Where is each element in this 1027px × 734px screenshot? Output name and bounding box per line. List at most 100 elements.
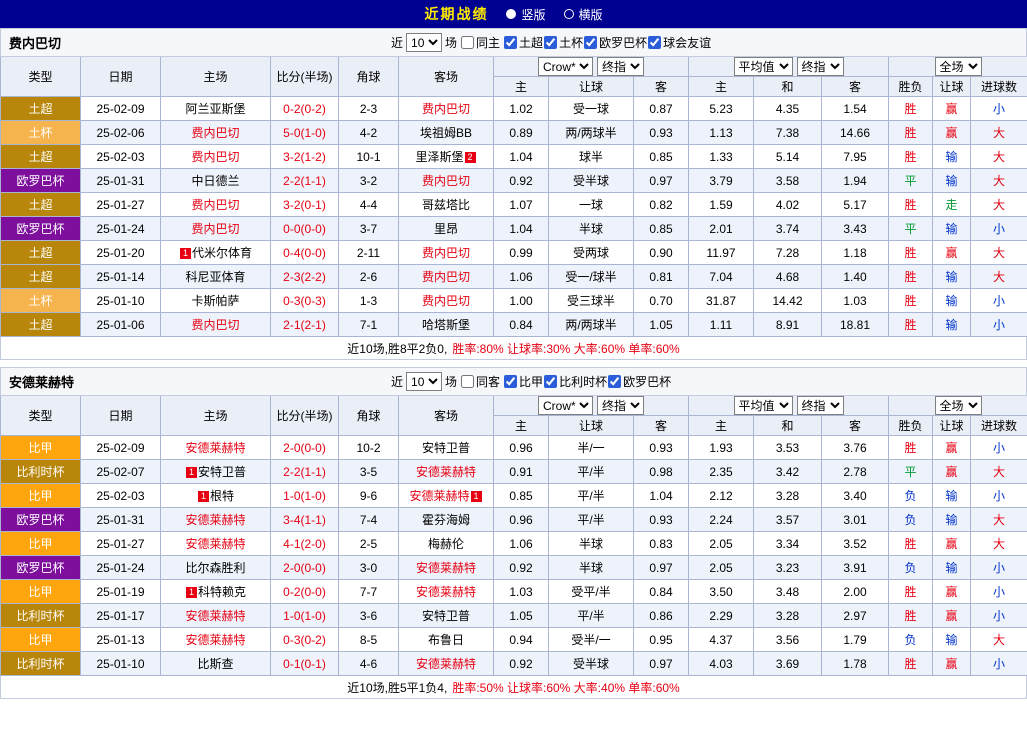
- odds-company-select[interactable]: Crow*: [538, 396, 593, 415]
- team-link[interactable]: 埃祖姆BB: [420, 126, 472, 140]
- team-link[interactable]: 费内巴切: [422, 102, 470, 116]
- team-link[interactable]: 卡斯帕萨: [191, 294, 239, 308]
- radio-icon[interactable]: [506, 9, 516, 19]
- team-link[interactable]: 哈塔斯堡: [422, 318, 470, 332]
- team-link[interactable]: 安德莱赫特: [416, 465, 476, 479]
- team-link[interactable]: 费内巴切: [422, 174, 470, 188]
- record-summary: 近10场,胜8平2负0,: [347, 340, 447, 357]
- avg-stage-select[interactable]: 终指: [797, 57, 844, 76]
- handicap-result-cell: 赢: [933, 652, 971, 676]
- league-filter[interactable]: 比利时杯: [543, 373, 607, 390]
- avg-select[interactable]: 平均值: [734, 396, 793, 415]
- team-link[interactable]: 比尔森胜利: [185, 561, 245, 575]
- league-filter[interactable]: 比甲: [503, 373, 543, 390]
- team-link[interactable]: 安德莱赫特: [416, 585, 476, 599]
- match-count-select[interactable]: 10: [406, 372, 442, 391]
- team-link[interactable]: 安特卫普: [198, 465, 246, 479]
- league-checkbox[interactable]: [648, 36, 661, 49]
- team-link[interactable]: 费内巴切: [422, 270, 470, 284]
- team-link[interactable]: 布鲁日: [428, 633, 464, 647]
- scope-group-header: 全场: [889, 396, 1027, 416]
- team-link[interactable]: 中日德兰: [191, 174, 239, 188]
- match-date: 25-01-10: [81, 289, 161, 313]
- avg-away-odds: 14.66: [822, 121, 889, 145]
- league-filter[interactable]: 土杯: [543, 34, 583, 51]
- radio-icon[interactable]: [564, 9, 574, 19]
- corner-cell: 3-7: [339, 217, 399, 241]
- score-cell: 2-1(2-1): [271, 313, 339, 337]
- league-filter[interactable]: 土超: [503, 34, 543, 51]
- team-link[interactable]: 哥兹塔比: [422, 198, 470, 212]
- league-filter[interactable]: 欧罗巴杯: [583, 34, 647, 51]
- team-link[interactable]: 安德莱赫特: [416, 561, 476, 575]
- layout-radio-horizontal[interactable]: 横版: [564, 6, 603, 23]
- team-link[interactable]: 费内巴切: [191, 126, 239, 140]
- same-venue-checkbox[interactable]: [461, 375, 474, 388]
- team-link[interactable]: 安德莱赫特: [409, 489, 469, 503]
- odds-stage-select[interactable]: 终指: [597, 57, 644, 76]
- goals-result-cell: 大: [971, 145, 1027, 169]
- goals-result-cell: 小: [971, 436, 1027, 460]
- league-checkbox[interactable]: [544, 36, 557, 49]
- odds-stage-select[interactable]: 终指: [597, 396, 644, 415]
- same-venue-filter[interactable]: 同主: [460, 34, 500, 51]
- team-link[interactable]: 安德莱赫特: [416, 657, 476, 671]
- team-link[interactable]: 费内巴切: [422, 246, 470, 260]
- team-link[interactable]: 费内巴切: [191, 318, 239, 332]
- league-type-cell: 欧罗巴杯: [1, 169, 81, 193]
- match-row: 比甲 25-02-03 1根特 1-0(1-0) 9-6 安德莱赫特1 0.85…: [1, 484, 1027, 508]
- team-link[interactable]: 费内巴切: [191, 150, 239, 164]
- team-link[interactable]: 安德莱赫特: [185, 513, 245, 527]
- league-checkbox[interactable]: [544, 375, 557, 388]
- team-link[interactable]: 根特: [210, 489, 234, 503]
- matches-tbody: 比甲 25-02-09 安德莱赫特 2-0(0-0) 10-2 安特卫普 0.9…: [1, 436, 1027, 676]
- scope-select[interactable]: 全场: [935, 396, 982, 415]
- match-date: 25-01-27: [81, 193, 161, 217]
- scope-select[interactable]: 全场: [935, 57, 982, 76]
- team-link[interactable]: 里泽斯堡: [415, 150, 463, 164]
- team-link[interactable]: 费内巴切: [191, 222, 239, 236]
- avg-select[interactable]: 平均值: [734, 57, 793, 76]
- handicap-line: 受平/半: [549, 580, 634, 604]
- team-link[interactable]: 比斯查: [197, 657, 233, 671]
- team-link[interactable]: 里昂: [434, 222, 458, 236]
- team-link[interactable]: 阿兰亚斯堡: [185, 102, 245, 116]
- score-cell: 3-2(1-2): [271, 145, 339, 169]
- team-link[interactable]: 费内巴切: [191, 198, 239, 212]
- odds-company-select[interactable]: Crow*: [538, 57, 593, 76]
- score-cell: 0-3(0-2): [271, 628, 339, 652]
- team-link[interactable]: 科尼亚体育: [185, 270, 245, 284]
- team-link[interactable]: 霍芬海姆: [422, 513, 470, 527]
- same-venue-checkbox[interactable]: [461, 36, 474, 49]
- team-link[interactable]: 安特卫普: [422, 609, 470, 623]
- league-filter[interactable]: 欧罗巴杯: [607, 373, 671, 390]
- corner-cell: 7-7: [339, 580, 399, 604]
- match-row: 土超 25-01-14 科尼亚体育 2-3(2-2) 2-6 费内巴切 1.06…: [1, 265, 1027, 289]
- team-link[interactable]: 代米尔体育: [192, 246, 252, 260]
- team-link[interactable]: 安特卫普: [422, 441, 470, 455]
- home-team-cell: 科尼亚体育: [161, 265, 271, 289]
- layout-radio-vertical[interactable]: 竖版: [506, 6, 545, 23]
- match-row: 欧罗巴杯 25-01-24 费内巴切 0-0(0-0) 3-7 里昂 1.04 …: [1, 217, 1027, 241]
- league-checkbox[interactable]: [608, 375, 621, 388]
- league-checkbox[interactable]: [584, 36, 597, 49]
- goals-result-cell: 大: [971, 121, 1027, 145]
- team-link[interactable]: 安德莱赫特: [185, 633, 245, 647]
- same-venue-filter[interactable]: 同客: [460, 373, 500, 390]
- league-checkbox[interactable]: [504, 36, 517, 49]
- team-link[interactable]: 安德莱赫特: [185, 609, 245, 623]
- team-link[interactable]: 安德莱赫特: [185, 537, 245, 551]
- near-label: 近: [391, 373, 403, 390]
- avg-stage-select[interactable]: 终指: [797, 396, 844, 415]
- goals-result-cell: 小: [971, 217, 1027, 241]
- team-title: 安德莱赫特: [9, 372, 74, 391]
- team-link[interactable]: 科特赖克: [198, 585, 246, 599]
- team-link[interactable]: 安德莱赫特: [185, 441, 245, 455]
- home-team-cell: 安德莱赫特: [161, 532, 271, 556]
- league-checkbox[interactable]: [504, 375, 517, 388]
- home-team-cell: 安德莱赫特: [161, 604, 271, 628]
- league-filter[interactable]: 球会友谊: [647, 34, 711, 51]
- team-link[interactable]: 费内巴切: [422, 294, 470, 308]
- team-link[interactable]: 梅赫伦: [428, 537, 464, 551]
- match-count-select[interactable]: 10: [406, 33, 442, 52]
